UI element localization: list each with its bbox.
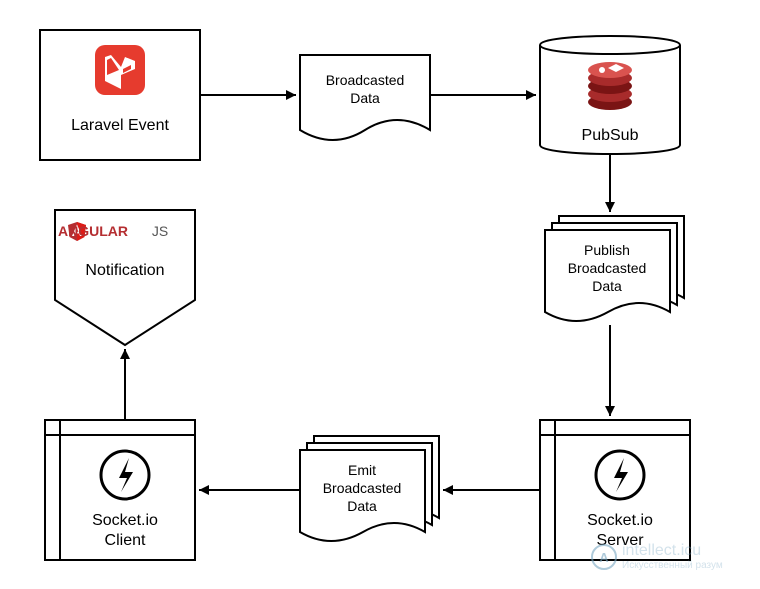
publish-line3: Data xyxy=(592,278,622,294)
socket-client-node: Socket.io Client xyxy=(45,420,195,560)
redis-icon xyxy=(588,62,632,110)
pubsub-node: PubSub xyxy=(540,36,680,154)
publish-line1: Publish xyxy=(584,242,630,258)
laravel-event-node: Laravel Event xyxy=(40,30,200,160)
socket-client-line1: Socket.io xyxy=(92,512,158,529)
laravel-event-label: Laravel Event xyxy=(71,117,169,134)
publish-line2: Broadcasted xyxy=(568,260,647,276)
watermark-main: intellect.icu xyxy=(622,542,701,559)
emit-broadcasted-data-node: Emit Broadcasted Data xyxy=(300,436,439,541)
emit-line1: Emit xyxy=(348,462,376,478)
notification-label: Notification xyxy=(85,262,164,279)
broadcasted-data-line2: Data xyxy=(350,90,380,106)
angular-brand-2: JS xyxy=(152,223,168,239)
pubsub-label: PubSub xyxy=(582,127,639,144)
notification-node: ANGULAR JS Notification xyxy=(55,210,195,345)
emit-line3: Data xyxy=(347,498,377,514)
broadcasted-data-line1: Broadcasted xyxy=(326,72,405,88)
watermark-sub: Искусственный разум xyxy=(622,560,723,571)
publish-broadcasted-data-node: Publish Broadcasted Data xyxy=(545,216,684,321)
socket-client-line2: Client xyxy=(105,532,146,549)
broadcasted-data-node: Broadcasted Data xyxy=(300,55,430,140)
emit-line2: Broadcasted xyxy=(323,480,402,496)
laravel-icon xyxy=(95,45,145,95)
svg-text:A: A xyxy=(599,550,609,565)
angular-brand-1: ANGULAR xyxy=(58,223,128,239)
socket-server-node: Socket.io Server xyxy=(540,420,690,560)
socket-server-line1: Socket.io xyxy=(587,512,653,529)
